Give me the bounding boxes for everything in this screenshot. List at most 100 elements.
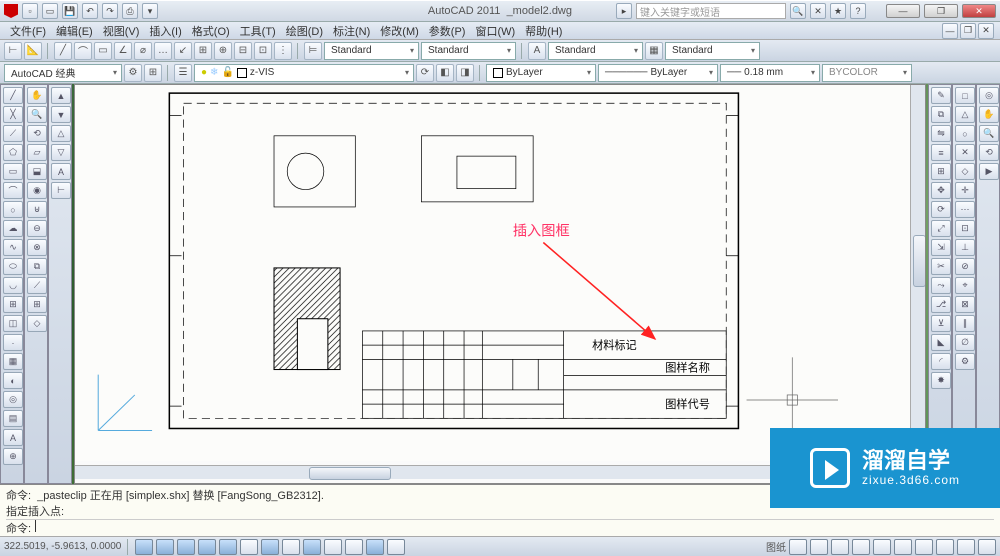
osnap-near-icon[interactable]: ⌖ bbox=[955, 277, 975, 294]
mesh-icon[interactable]: ⊞ bbox=[27, 296, 47, 313]
osnap-ins-icon[interactable]: ⊡ bbox=[955, 220, 975, 237]
tpy-toggle[interactable] bbox=[345, 539, 363, 555]
menu-window[interactable]: 窗口(W) bbox=[471, 23, 519, 39]
section-icon[interactable]: ⧉ bbox=[27, 258, 47, 275]
tray-lock-icon[interactable] bbox=[915, 539, 933, 555]
point-icon[interactable]: · bbox=[3, 334, 23, 351]
tool-dia-icon[interactable]: ⌀ bbox=[134, 42, 152, 60]
above-icon[interactable]: △ bbox=[51, 125, 71, 142]
fillet-icon[interactable]: ◜ bbox=[931, 353, 951, 370]
menu-param[interactable]: 参数(P) bbox=[425, 23, 470, 39]
dim-front-icon[interactable]: ⊢ bbox=[51, 182, 71, 199]
qat-open-icon[interactable]: ▭ bbox=[42, 3, 58, 19]
tray-iso-icon[interactable] bbox=[957, 539, 975, 555]
hatch-icon[interactable]: ▦ bbox=[3, 353, 23, 370]
layer-prev-icon[interactable]: ◨ bbox=[456, 64, 474, 82]
tool-center-icon[interactable]: ⊕ bbox=[214, 42, 232, 60]
qat-save-icon[interactable]: 💾 bbox=[62, 3, 78, 19]
tray-ws-icon[interactable] bbox=[894, 539, 912, 555]
osnap-none-icon[interactable]: ∅ bbox=[955, 334, 975, 351]
nav-wheel-icon[interactable]: ◎ bbox=[979, 87, 999, 104]
osnap-cen-icon[interactable]: ○ bbox=[955, 125, 975, 142]
addsel-icon[interactable]: ⊕ bbox=[3, 448, 23, 465]
lineweight-combo[interactable]: ── 0.18 mm▾ bbox=[720, 64, 820, 82]
mirror-icon[interactable]: ⇋ bbox=[931, 125, 951, 142]
box-icon[interactable]: ▱ bbox=[27, 144, 47, 161]
table-style-combo[interactable]: Standard▾ bbox=[665, 42, 760, 60]
help-icon[interactable]: ? bbox=[850, 3, 866, 19]
ellipse-arc-icon[interactable]: ◡ bbox=[3, 277, 23, 294]
color-combo[interactable]: ByLayer▾ bbox=[486, 64, 596, 82]
block-icon[interactable]: ◫ bbox=[3, 315, 23, 332]
workspace-combo[interactable]: AutoCAD 经典▾ bbox=[4, 64, 122, 82]
ortho-toggle[interactable] bbox=[177, 539, 195, 555]
tray-ann-icon[interactable] bbox=[852, 539, 870, 555]
ws-save-icon[interactable]: ⊞ bbox=[144, 64, 162, 82]
tool-misc2-icon[interactable]: ⊡ bbox=[254, 42, 272, 60]
nav-orbit-icon[interactable]: ⟲ bbox=[979, 144, 999, 161]
layer-combo[interactable]: ● ❄ 🔓 z-VIS▾ bbox=[194, 64, 414, 82]
exchange-icon[interactable]: ✕ bbox=[810, 3, 826, 19]
revolve-icon[interactable]: ◉ bbox=[27, 182, 47, 199]
join-icon[interactable]: ⊻ bbox=[931, 315, 951, 332]
menu-draw[interactable]: 绘图(D) bbox=[282, 23, 327, 39]
revcloud-icon[interactable]: ☁ bbox=[3, 220, 23, 237]
menu-dim[interactable]: 标注(N) bbox=[329, 23, 374, 39]
face-icon[interactable]: ◇ bbox=[27, 315, 47, 332]
osnap-tan-icon[interactable]: ⊘ bbox=[955, 258, 975, 275]
scale-icon[interactable]: ⤢ bbox=[931, 220, 951, 237]
osnap-quad-icon[interactable]: ◇ bbox=[955, 163, 975, 180]
extend-icon[interactable]: ⤳ bbox=[931, 277, 951, 294]
star-icon[interactable]: ★ bbox=[830, 3, 846, 19]
menu-view[interactable]: 视图(V) bbox=[99, 23, 144, 39]
search-icon[interactable]: 🔍 bbox=[790, 3, 806, 19]
extrude-icon[interactable]: ⬓ bbox=[27, 163, 47, 180]
mdi-minimize-icon[interactable]: — bbox=[942, 23, 958, 39]
offset-icon[interactable]: ≡ bbox=[931, 144, 951, 161]
osnap-mid-icon[interactable]: △ bbox=[955, 106, 975, 123]
below-icon[interactable]: ▽ bbox=[51, 144, 71, 161]
union-icon[interactable]: ⊎ bbox=[27, 201, 47, 218]
tool-more-icon[interactable]: … bbox=[154, 42, 172, 60]
qat-redo-icon[interactable]: ↷ bbox=[102, 3, 118, 19]
tool-lead-icon[interactable]: ↙ bbox=[174, 42, 192, 60]
linetype-combo[interactable]: ────── ByLayer▾ bbox=[598, 64, 718, 82]
ducs-toggle[interactable] bbox=[282, 539, 300, 555]
rect-icon[interactable]: ▭ bbox=[3, 163, 23, 180]
polar-toggle[interactable] bbox=[198, 539, 216, 555]
qat-more-icon[interactable]: ▾ bbox=[142, 3, 158, 19]
nav-showmot-icon[interactable]: ▶ bbox=[979, 163, 999, 180]
drawing-viewport[interactable]: 材料标记 图样名称 图样代号 插入图框 模型 Layout bbox=[74, 84, 926, 484]
tool-misc3-icon[interactable]: ⋮ bbox=[274, 42, 292, 60]
line-icon[interactable]: ╱ bbox=[3, 87, 23, 104]
osnap-end-icon[interactable]: □ bbox=[955, 87, 975, 104]
tool-misc1-icon[interactable]: ⊟ bbox=[234, 42, 252, 60]
grid-toggle[interactable] bbox=[156, 539, 174, 555]
osnap-app-icon[interactable]: ⊠ bbox=[955, 296, 975, 313]
3dosnap-toggle[interactable] bbox=[240, 539, 258, 555]
qat-print-icon[interactable]: ⎙ bbox=[122, 3, 138, 19]
otrack-toggle[interactable] bbox=[261, 539, 279, 555]
dim-style-icon[interactable]: ⊨ bbox=[304, 42, 322, 60]
text-style-combo[interactable]: Standard▾ bbox=[548, 42, 643, 60]
send-back-icon[interactable]: ▼ bbox=[51, 106, 71, 123]
app-icon[interactable] bbox=[4, 4, 18, 18]
tool-line-icon[interactable]: ╱ bbox=[54, 42, 72, 60]
osnap-perp-icon[interactable]: ⊥ bbox=[955, 239, 975, 256]
menu-insert[interactable]: 插入(I) bbox=[145, 23, 185, 39]
layer-state-icon[interactable]: ⟳ bbox=[416, 64, 434, 82]
qat-new-icon[interactable]: ▫ bbox=[22, 3, 38, 19]
spline-icon[interactable]: ∿ bbox=[3, 239, 23, 256]
zoom-icon[interactable]: 🔍 bbox=[27, 106, 47, 123]
trim-icon[interactable]: ✂ bbox=[931, 258, 951, 275]
intersect-icon[interactable]: ⊗ bbox=[27, 239, 47, 256]
region-icon[interactable]: ◎ bbox=[3, 391, 23, 408]
gradient-icon[interactable]: ◐ bbox=[3, 372, 23, 389]
menu-format[interactable]: 格式(O) bbox=[188, 23, 234, 39]
vertical-scrollbar[interactable] bbox=[910, 85, 925, 461]
table-tool-icon[interactable]: ▤ bbox=[3, 410, 23, 427]
infocenter-icon[interactable]: ▸ bbox=[616, 3, 632, 19]
osnap-node-icon[interactable]: ✕ bbox=[955, 144, 975, 161]
menu-file[interactable]: 文件(F) bbox=[6, 23, 50, 39]
tool-dim-icon[interactable]: ⊢ bbox=[4, 42, 22, 60]
